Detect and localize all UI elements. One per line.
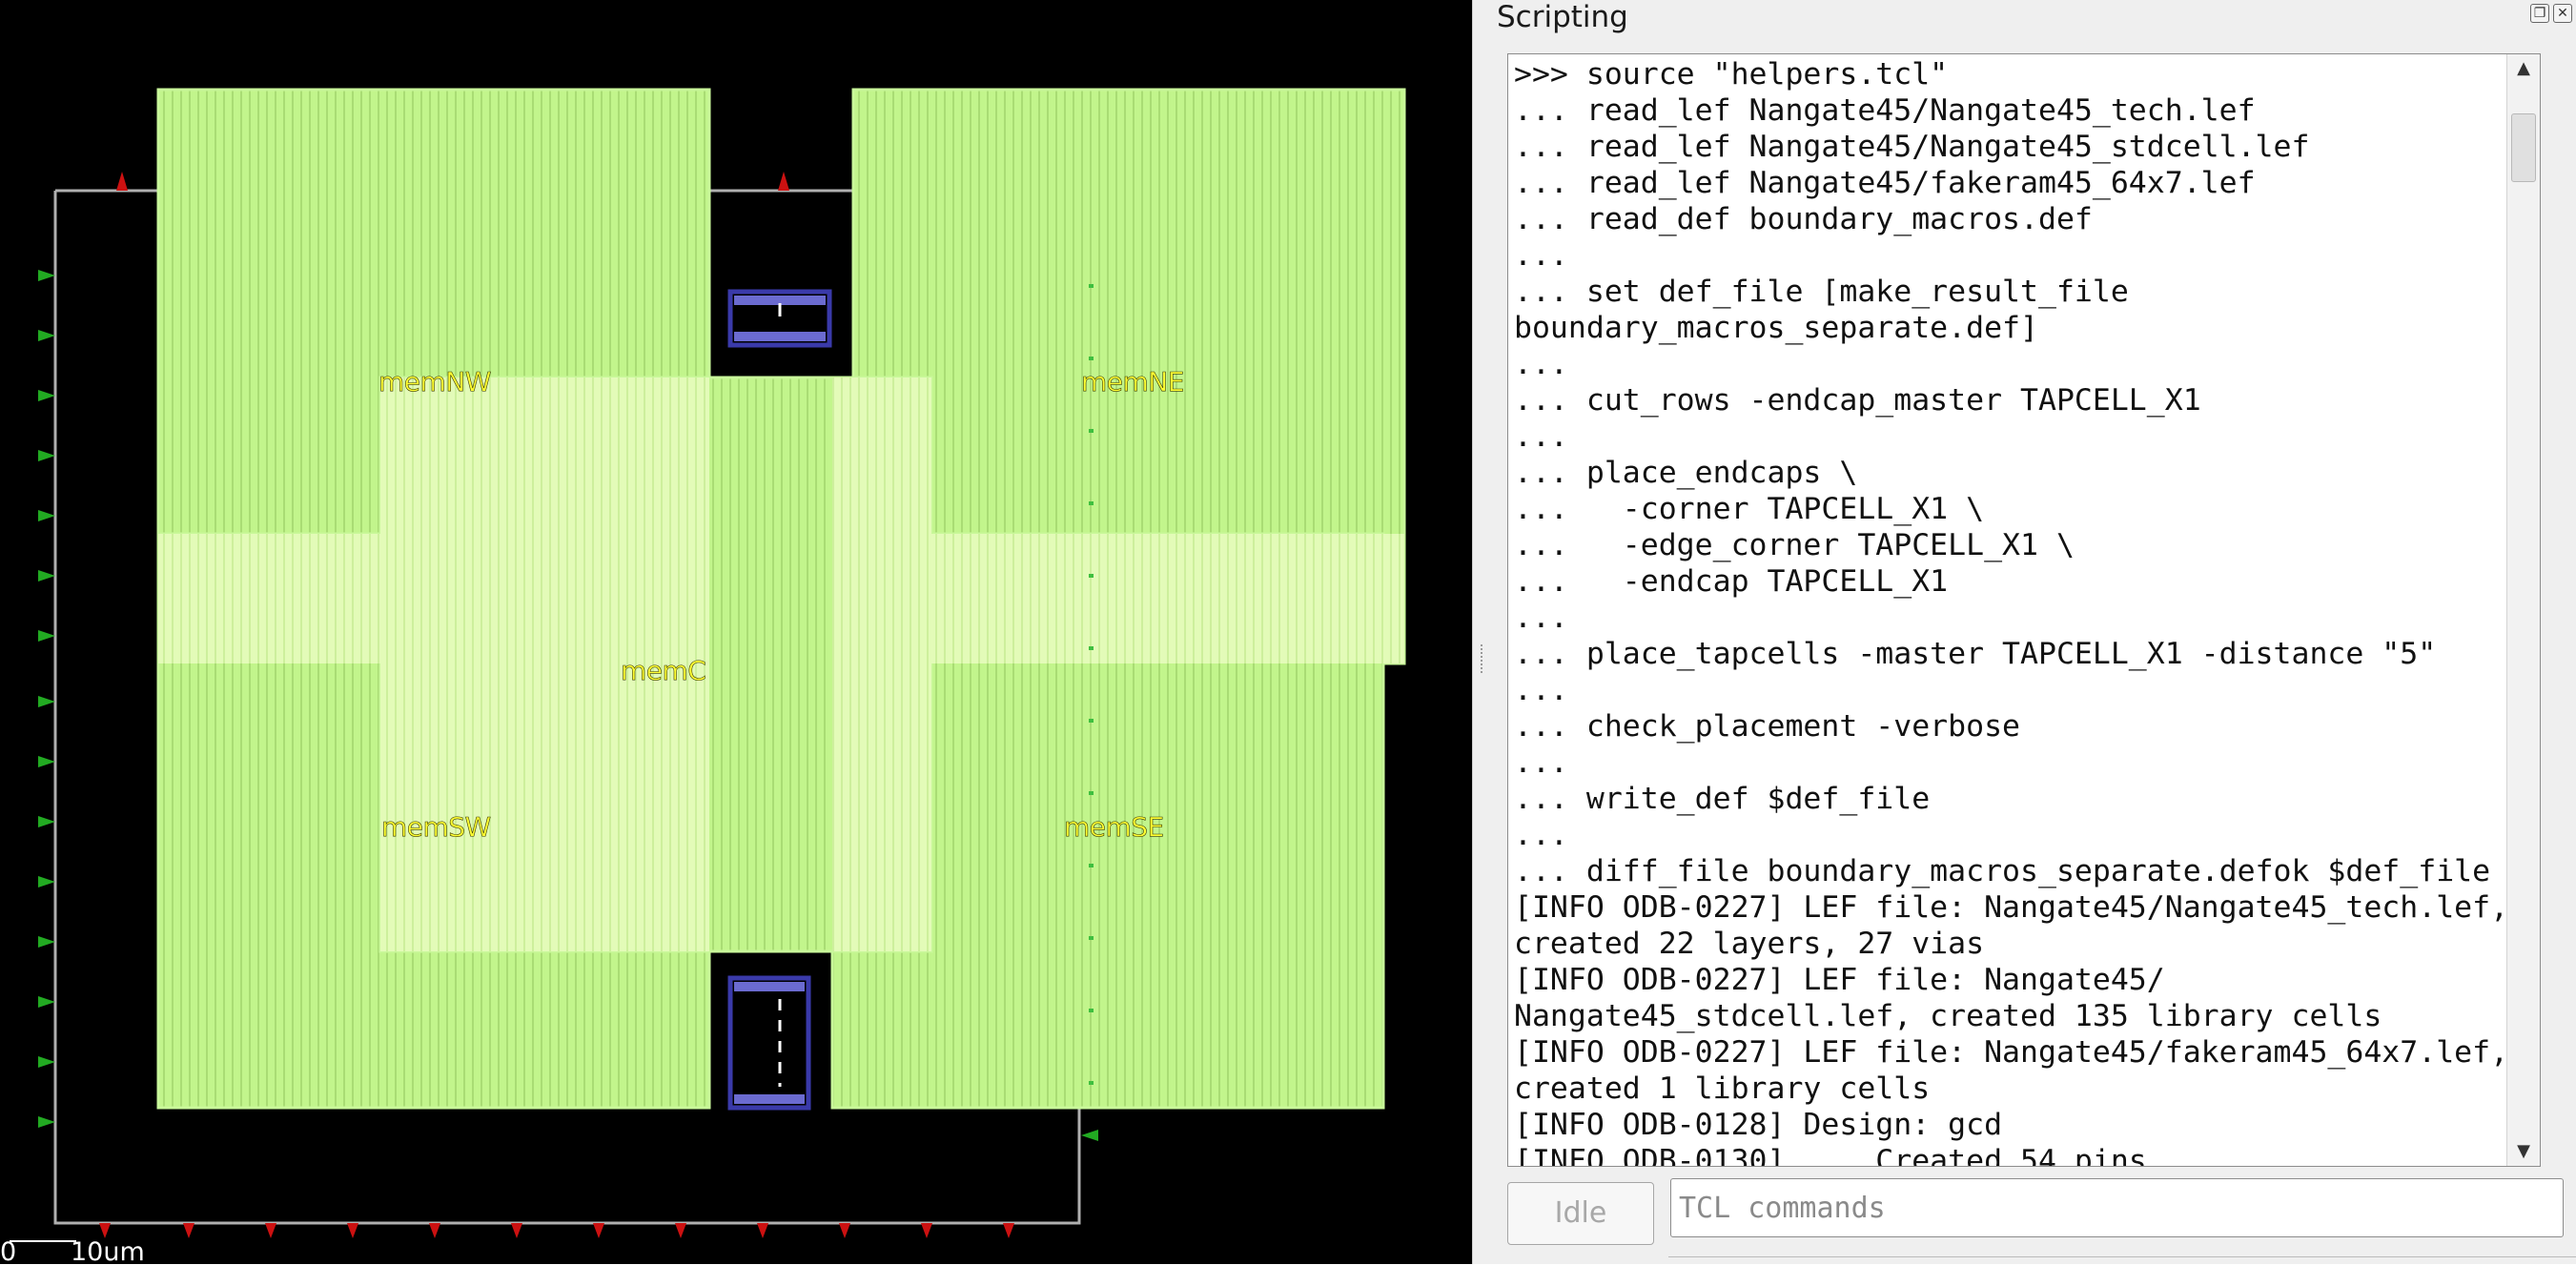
scale-zero-label: 0 [0,1237,17,1264]
macro-label-memSE: memSE [1064,811,1165,844]
console-line: ... read_lef Nangate45/Nangate45_tech.le… [1514,93,2256,128]
console-line: ... -corner TAPCELL_X1 \ [1514,492,1985,526]
console-line: ... read_lef Nangate45/fakeram45_64x7.le… [1514,166,2256,200]
layout-viewer[interactable]: memNW memNE memC memSW memSE 0 10um [0,0,1472,1264]
overlap-region [380,663,709,951]
io-pins-left [38,270,55,1128]
console-line: ... cut_rows -endcap_master TAPCELL_X1 [1514,383,2201,418]
layout-canvas[interactable] [0,0,1472,1264]
console-line: ... -endcap TAPCELL_X1 [1514,564,1949,599]
console-line: ... place_tapcells -master TAPCELL_X1 -d… [1514,637,2437,671]
overlap-region [832,377,931,663]
float-icon[interactable]: ❐ [2530,4,2549,23]
console-line: ... place_endcaps \ [1514,456,1858,490]
console-line: ... read_def boundary_macros.def [1514,202,2093,236]
std-cell-cluster-top [727,289,832,348]
macro-label-memSW: memSW [381,811,492,844]
splitter-grip[interactable] [1481,644,1485,673]
console-scrollbar[interactable]: ▲ ▼ [2506,54,2540,1166]
macro-label-memNE: memNE [1081,366,1185,398]
macro-label-memNW: memNW [378,366,492,398]
console-line: [INFO ODB-0130] Created 54 pins. [1514,1144,2165,1167]
console-line: Nangate45_stdcell.lef, created 135 libra… [1514,999,2382,1033]
std-cell-cluster-bottom [727,975,811,1111]
console-line: boundary_macros_separate.def] [1514,311,2038,345]
scripting-panel: Scripting ❐ ✕ >>> source "helpers.tcl"..… [1491,0,2576,1264]
console-line: [INFO ODB-0128] Design: gcd [1514,1108,2003,1142]
console-line: created 1 library cells [1514,1071,1931,1106]
console-line: ... [1514,238,1568,273]
console-line: ... set def_file [make_result_file [1514,275,2129,309]
console-line: ... [1514,673,1568,707]
console-line: created 22 layers, 27 vias [1514,927,1985,961]
scroll-down-icon[interactable]: ▼ [2507,1137,2540,1166]
panel-title: Scripting [1497,0,1628,34]
scale-bar-label: 10um [71,1237,145,1264]
status-button[interactable]: Idle [1507,1182,1654,1245]
console-line: ... [1514,419,1568,454]
console-line: ... [1514,347,1568,381]
scroll-up-icon[interactable]: ▲ [2507,54,2540,83]
overlap-region [380,377,709,663]
io-pin-right [1081,1130,1098,1141]
scroll-thumb[interactable] [2511,113,2536,182]
overlap-region [158,534,380,663]
console-text: >>> source "helpers.tcl"... read_lef Nan… [1514,56,2509,1167]
close-icon[interactable]: ✕ [2553,4,2572,23]
console-line: ... check_placement -verbose [1514,709,2021,744]
tcl-command-input[interactable] [1670,1178,2564,1237]
macro-label-memC: memC [621,655,706,687]
overlap-region [931,534,1404,663]
console-line: ... diff_file boundary_macros_separate.d… [1514,854,2491,888]
panel-splitter[interactable] [1472,0,1492,1264]
console-line: ... read_lef Nangate45/Nangate45_stdcell… [1514,130,2310,164]
io-pins-bottom [99,1223,1014,1238]
console-line: ... [1514,601,1568,635]
overlap-region [832,663,931,951]
console-line: ... -edge_corner TAPCELL_X1 \ [1514,528,2075,562]
console-line: [INFO ODB-0227] LEF file: Nangate45/Nang… [1514,890,2509,925]
panel-title-buttons: ❐ ✕ [2530,4,2572,23]
console-line: ... write_def $def_file [1514,782,1931,816]
console-line: [INFO ODB-0227] LEF file: Nangate45/ [1514,963,2165,997]
console-line: ... [1514,745,1568,780]
console-line: ... [1514,818,1568,852]
console-line: [INFO ODB-0227] LEF file: Nangate45/fake… [1514,1035,2509,1070]
console-line: >>> source "helpers.tcl" [1514,57,1949,92]
console-output[interactable]: >>> source "helpers.tcl"... read_lef Nan… [1507,53,2541,1167]
